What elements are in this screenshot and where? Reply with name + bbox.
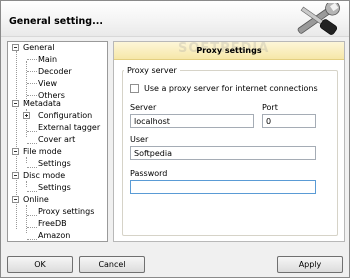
password-input[interactable] [130, 180, 316, 194]
tree-item-external-tagger[interactable]: External tagger [38, 123, 100, 133]
panel-header: SOFTPEDIA Proxy settings [114, 41, 344, 60]
tree-connector [26, 205, 27, 233]
collapse-icon[interactable] [12, 148, 19, 155]
use-proxy-label[interactable]: Use a proxy server for internet connecti… [144, 84, 318, 93]
group-label: Proxy server [124, 66, 180, 75]
tree-item-file-mode-settings[interactable]: Settings [38, 159, 71, 169]
tree-item-online[interactable]: Online [23, 195, 49, 205]
tree-item-view[interactable]: View [38, 79, 57, 89]
server-input[interactable] [130, 114, 254, 128]
apply-button[interactable]: Apply [277, 256, 343, 273]
tree-connector [27, 143, 37, 144]
user-label: User [130, 135, 149, 144]
panel-title: Proxy settings [196, 46, 262, 55]
tree-item-file-mode[interactable]: File mode [23, 147, 62, 157]
tree-connector [27, 227, 37, 228]
tree-connector [27, 167, 37, 168]
proxy-settings-panel: SOFTPEDIA Proxy settings Proxy server Us… [113, 41, 345, 242]
collapse-icon[interactable] [12, 100, 19, 107]
settings-dialog: General setting... General Main Decoder … [0, 0, 350, 278]
tree-item-disc-mode-settings[interactable]: Settings [38, 183, 71, 193]
tree-item-cover-art[interactable]: Cover art [38, 135, 75, 145]
tree-connector [27, 191, 37, 192]
tree-connector [27, 215, 37, 216]
tree-item-main[interactable]: Main [38, 55, 57, 65]
wrench-screwdriver-icon [297, 3, 340, 35]
port-label: Port [262, 103, 278, 112]
password-label: Password [130, 169, 168, 178]
collapse-icon[interactable] [12, 196, 19, 203]
dialog-header: General setting... [1, 1, 349, 37]
tree-connector [27, 59, 37, 60]
settings-tree: General Main Decoder View Others Metadat… [7, 41, 108, 242]
tree-connector [27, 71, 37, 72]
tree-item-configuration[interactable]: Configuration [38, 111, 92, 121]
tree-item-freedb[interactable]: FreeDB [38, 219, 67, 229]
port-input[interactable] [262, 114, 316, 128]
tree-connector [27, 95, 37, 96]
dialog-title: General setting... [9, 16, 103, 27]
collapse-icon[interactable] [12, 44, 19, 51]
tree-item-metadata[interactable]: Metadata [23, 99, 61, 109]
cancel-button[interactable]: Cancel [79, 256, 145, 273]
server-label: Server [130, 103, 157, 112]
collapse-icon[interactable] [12, 172, 19, 179]
tree-connector [27, 83, 37, 84]
expand-icon[interactable] [23, 112, 30, 119]
user-input[interactable] [130, 146, 316, 160]
tree-connector [26, 157, 27, 163]
use-proxy-checkbox[interactable] [130, 84, 139, 93]
tree-connector [27, 239, 37, 240]
tree-connector [26, 181, 27, 187]
tree-item-amazon[interactable]: Amazon [38, 231, 70, 241]
tree-item-disc-mode[interactable]: Disc mode [23, 171, 65, 181]
tree-item-proxy-settings[interactable]: Proxy settings [38, 207, 94, 217]
ok-button[interactable]: OK [7, 256, 73, 273]
tree-item-decoder[interactable]: Decoder [38, 67, 72, 77]
tree-connector [27, 131, 37, 132]
tree-item-general[interactable]: General [23, 43, 55, 53]
